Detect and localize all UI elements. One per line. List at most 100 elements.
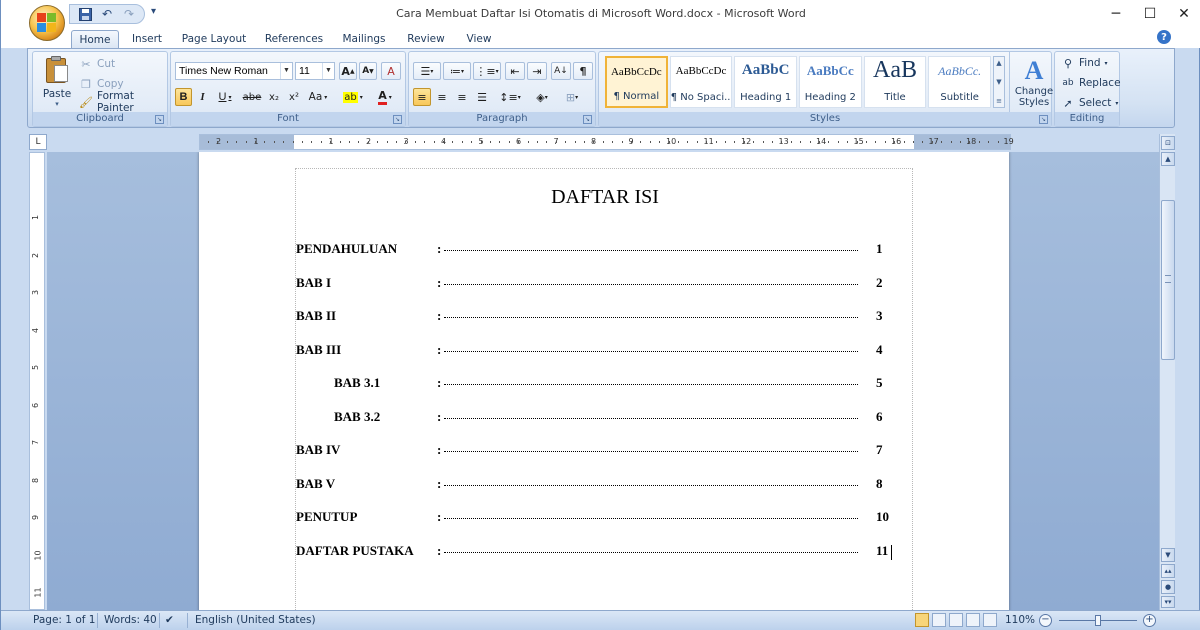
replace-button[interactable]: ab Replace (1061, 74, 1120, 92)
toc-entry[interactable]: PENUTUP: 10 (296, 509, 914, 529)
font-size-combo[interactable]: 11 ▼ (295, 62, 335, 80)
help-icon[interactable]: ? (1157, 30, 1171, 44)
document-page[interactable]: DAFTAR ISI PENDAHULUAN:1 BAB I:2 BAB II:3 B… (199, 152, 1009, 610)
toc-entry[interactable]: BAB 3.1: 5 (296, 375, 914, 395)
select-button[interactable]: ➚ Select ▾ (1061, 94, 1118, 112)
browse-object-icon[interactable]: ● (1161, 580, 1175, 594)
decrease-indent-button[interactable]: ⇤ (505, 62, 525, 80)
change-case-button[interactable]: Aa ▾ (305, 88, 331, 106)
next-page-icon[interactable]: ▾▾ (1161, 596, 1175, 608)
toc-entry[interactable]: DAFTAR PUSTAKA: 11 (296, 543, 914, 563)
font-color-button[interactable]: A ▾ (371, 88, 399, 106)
tab-references[interactable]: References (259, 30, 329, 48)
change-styles-button[interactable]: A Change Styles (1011, 56, 1057, 112)
shading-button[interactable]: ◈ ▾ (529, 88, 555, 106)
vertical-scrollbar[interactable]: ⊡ ▲ ▼ ▴▴ ● ▾▾ (1159, 134, 1175, 610)
maximize-button[interactable]: ☐ (1133, 0, 1167, 28)
more-styles-icon[interactable]: ≡ (996, 97, 1002, 105)
justify-button[interactable]: ☰ (473, 88, 491, 106)
toc-entry[interactable]: BAB II: 3 (296, 308, 914, 328)
multilevel-list-button[interactable]: ⋮≡ ▾ (473, 62, 501, 80)
language[interactable]: English (United States) (195, 614, 316, 626)
bullets-button[interactable]: ☰ ▾ (413, 62, 441, 80)
italic-button[interactable]: I (194, 88, 211, 106)
outline-view-icon[interactable] (966, 613, 980, 627)
minimize-button[interactable]: ─ (1099, 0, 1133, 28)
strikethrough-button[interactable]: abe (241, 88, 263, 106)
draft-view-icon[interactable] (983, 613, 997, 627)
style-no-spacing[interactable]: AaBbCcDc ¶ No Spaci... (669, 56, 733, 108)
full-screen-reading-view-icon[interactable] (932, 613, 946, 627)
subscript-button[interactable]: x₂ (265, 88, 283, 106)
previous-page-icon[interactable]: ▴▴ (1161, 564, 1175, 578)
style-title[interactable]: AaB Title (863, 56, 927, 108)
sort-button[interactable]: A↓ (551, 62, 571, 80)
toc-entry-page-number: 1 (876, 241, 883, 256)
paragraph-dialog-launcher-icon[interactable]: ↘ (583, 115, 592, 124)
chevron-down-icon[interactable]: ▼ (996, 78, 1001, 86)
toc-entry[interactable]: BAB 3.2: 6 (296, 409, 914, 429)
zoom-in-button[interactable]: + (1143, 614, 1156, 627)
close-button[interactable]: ✕ (1167, 0, 1200, 28)
font-dialog-launcher-icon[interactable]: ↘ (393, 115, 402, 124)
style-normal[interactable]: AaBbCcDc ¶ Normal (605, 56, 668, 108)
tab-page-layout[interactable]: Page Layout (177, 30, 251, 48)
scrollbar-thumb[interactable] (1161, 200, 1175, 360)
show-formatting-button[interactable]: ¶ (573, 62, 593, 80)
borders-button[interactable]: ⊞ ▾ (559, 88, 585, 106)
style-heading-2[interactable]: AaBbCc Heading 2 (799, 56, 862, 108)
toc-entry[interactable]: BAB IV: 7 (296, 442, 914, 462)
tab-insert[interactable]: Insert (125, 30, 169, 48)
style-heading-1[interactable]: AaBbC Heading 1 (734, 56, 798, 108)
align-right-button[interactable]: ≡ (453, 88, 471, 106)
toc-entry[interactable]: BAB III: 4 (296, 342, 914, 362)
word-count[interactable]: Words: 40 (104, 614, 157, 626)
zoom-level[interactable]: 110% (1005, 614, 1035, 626)
zoom-out-button[interactable]: − (1039, 614, 1052, 627)
increase-indent-button[interactable]: ⇥ (527, 62, 547, 80)
clear-formatting-button[interactable]: A (381, 62, 401, 80)
toc-entry[interactable]: BAB I: 2 (296, 275, 914, 295)
font-name-combo[interactable]: Times New Roman ▼ (175, 62, 293, 80)
clipboard-dialog-launcher-icon[interactable]: ↘ (155, 115, 164, 124)
web-layout-view-icon[interactable] (949, 613, 963, 627)
paste-button[interactable]: Paste ▾ (39, 56, 75, 112)
styles-dialog-launcher-icon[interactable]: ↘ (1039, 115, 1048, 124)
scroll-up-icon[interactable]: ▲ (1161, 152, 1175, 166)
office-button[interactable] (29, 5, 65, 41)
scroll-down-icon[interactable]: ▼ (1161, 548, 1175, 562)
toc-entry[interactable]: BAB V: 8 (296, 476, 914, 496)
zoom-slider-thumb[interactable] (1095, 615, 1101, 626)
style-subtitle[interactable]: AaBbCc. Subtitle (928, 56, 991, 108)
tab-view[interactable]: View (457, 30, 501, 48)
cut-button[interactable]: ✂ Cut (79, 56, 115, 72)
tab-home[interactable]: Home (71, 30, 119, 48)
underline-button[interactable]: U ▾ (213, 88, 237, 106)
ruler-toggle-icon[interactable]: ⊡ (1161, 136, 1175, 150)
tab-selector-button[interactable]: L (29, 134, 47, 150)
bold-button[interactable]: B (175, 88, 192, 106)
shrink-font-button[interactable]: A ▼ (359, 62, 377, 80)
find-button[interactable]: ⚲ Find ▾ (1061, 54, 1108, 72)
tab-review[interactable]: Review (399, 30, 453, 48)
paste-dropdown-icon[interactable]: ▾ (39, 100, 75, 108)
superscript-button[interactable]: x² (285, 88, 303, 106)
toc-entry[interactable]: PENDAHULUAN: 1 (296, 241, 914, 261)
print-layout-view-icon[interactable] (915, 613, 929, 627)
styles-gallery-scroll[interactable]: ▲ ▼ ≡ (993, 56, 1005, 108)
highlight-button[interactable]: ab ▾ (339, 88, 367, 106)
numbering-button[interactable]: ≔ ▾ (443, 62, 471, 80)
vertical-ruler[interactable]: 1 2 3 4 5 6 7 8 9 10 11 (29, 152, 45, 610)
format-painter-button[interactable]: 🖌 Format Painter (79, 90, 167, 114)
chevron-up-icon[interactable]: ▲ (996, 59, 1001, 67)
change-case-label: Aa (308, 91, 323, 103)
line-spacing-button[interactable]: ↕≡ ▾ (497, 88, 523, 106)
proofing-icon[interactable]: ✔ (165, 614, 174, 626)
align-left-button[interactable]: ≡ (413, 88, 431, 106)
tab-mailings[interactable]: Mailings (337, 30, 391, 48)
align-center-button[interactable]: ≡ (433, 88, 451, 106)
grow-font-button[interactable]: A ▲ (339, 62, 357, 80)
page-count[interactable]: Page: 1 of 1 (33, 614, 95, 626)
ruler-dot (696, 141, 698, 143)
horizontal-ruler[interactable]: 2112345678910111213141516171819 (199, 134, 1014, 150)
